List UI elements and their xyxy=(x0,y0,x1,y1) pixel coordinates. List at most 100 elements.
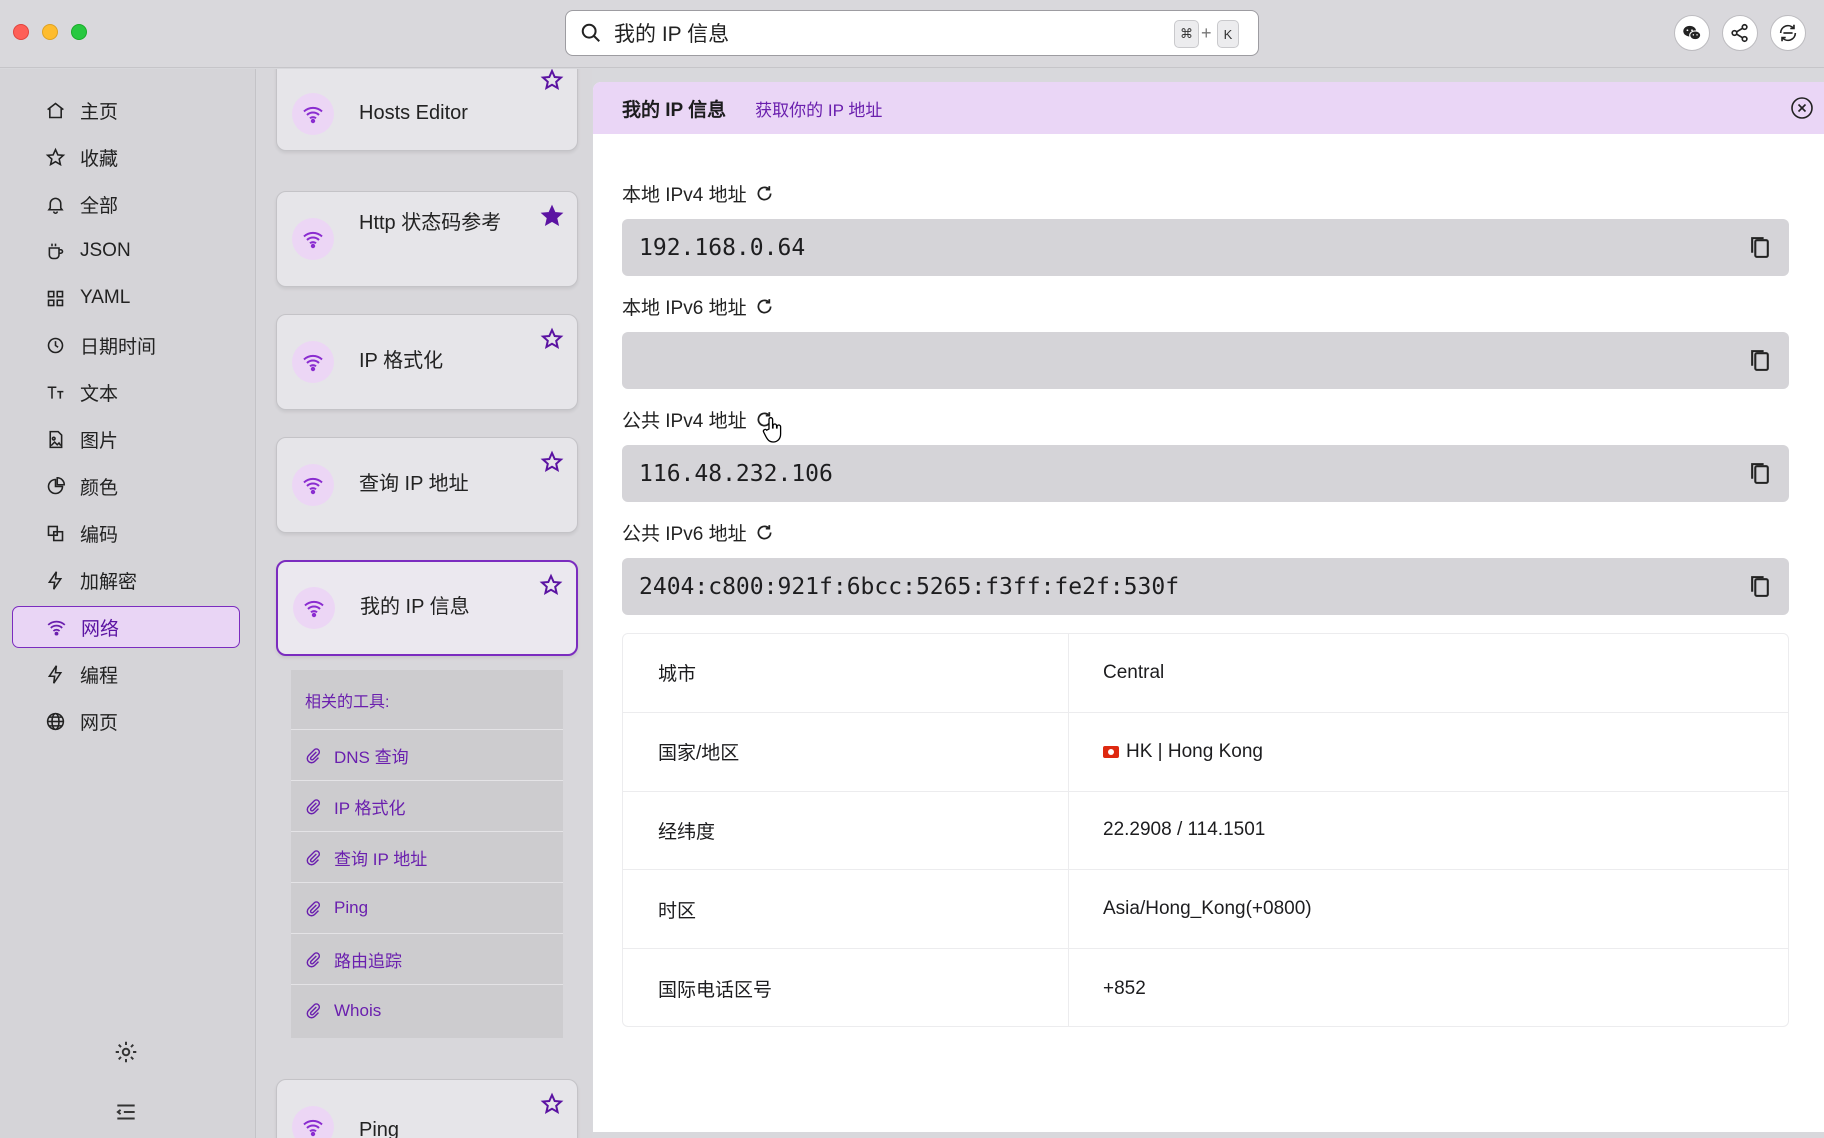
related-tool-label: Whois xyxy=(334,1000,382,1020)
page-subtitle: 获取你的 IP 地址 xyxy=(755,100,883,120)
sidebar-item-label: 编码 xyxy=(80,524,119,546)
share-icon xyxy=(1731,23,1748,43)
field-label-text: 公共 IPv6 地址 xyxy=(622,524,747,545)
related-tool-link[interactable]: 路由追踪 xyxy=(291,934,563,985)
refresh-icon[interactable] xyxy=(754,522,775,543)
search-icon xyxy=(581,23,600,42)
sidebar-item-datetime[interactable]: 日期时间 xyxy=(12,324,240,366)
sidebar-item-programming[interactable]: 编程 xyxy=(12,653,240,695)
star-outline-icon[interactable] xyxy=(540,327,564,351)
sidebar-item-color[interactable]: 颜色 xyxy=(12,465,240,507)
tool-badge xyxy=(292,1106,334,1138)
encode-icon xyxy=(47,525,64,541)
zoom-window-button[interactable] xyxy=(71,24,87,40)
field-label-text: 本地 IPv4 地址 xyxy=(622,185,747,206)
text-icon xyxy=(47,385,64,399)
tool-badge xyxy=(292,464,334,506)
related-tool-link[interactable]: IP 格式化 xyxy=(291,781,563,832)
sidebar-item-text[interactable]: 文本 xyxy=(12,371,240,413)
wechat-button[interactable] xyxy=(1674,15,1710,51)
sidebar: 主页 收藏 全部 JSON YAML 日期时间 文本 图片 颜色 编码 加解密 xyxy=(0,69,256,1138)
copy-icon[interactable] xyxy=(1748,461,1773,486)
tool-card-title: Http 状态码参考 xyxy=(359,212,502,234)
sync-icon xyxy=(1779,24,1797,42)
tool-card-title: 我的 IP 信息 xyxy=(360,596,470,618)
local-ipv4-label: 本地 IPv4 地址 xyxy=(622,180,775,207)
image-file-icon xyxy=(49,430,63,448)
sidebar-item-json[interactable]: JSON xyxy=(12,230,240,272)
tool-card-ip-format[interactable]: IP 格式化 xyxy=(276,314,578,410)
public-ipv6-field[interactable]: 2404:c800:921f:6bcc:5265:f3ff:fe2f:530f xyxy=(622,558,1789,615)
sidebar-item-crypto[interactable]: 加解密 xyxy=(12,559,240,601)
share-button[interactable] xyxy=(1722,15,1758,51)
tool-card-my-ip[interactable]: 我的 IP 信息 xyxy=(276,560,578,656)
tool-card-hosts-editor[interactable]: Hosts Editor xyxy=(276,69,578,151)
sync-button[interactable] xyxy=(1770,15,1806,51)
sidebar-item-label: 全部 xyxy=(80,195,119,217)
local-ipv4-field[interactable]: 192.168.0.64 xyxy=(622,219,1789,276)
paperclip-icon xyxy=(306,900,321,916)
wifi-icon xyxy=(303,354,323,372)
sidebar-item-network[interactable]: 网络 xyxy=(12,606,240,648)
close-tool-icon[interactable] xyxy=(1790,96,1814,120)
sidebar-item-favorites[interactable]: 收藏 xyxy=(12,136,240,178)
star-filled-icon[interactable] xyxy=(540,204,564,228)
sidebar-item-image[interactable]: 图片 xyxy=(12,418,240,460)
star-outline-icon[interactable] xyxy=(540,450,564,474)
home-icon xyxy=(47,102,64,118)
related-tool-label: Ping xyxy=(334,898,369,917)
search-input[interactable]: 我的 IP 信息 ⌘ + K xyxy=(565,10,1259,56)
copy-icon[interactable] xyxy=(1748,235,1773,260)
pie-icon xyxy=(47,476,66,494)
sidebar-item-web[interactable]: 网页 xyxy=(12,700,240,742)
star-outline-icon[interactable] xyxy=(539,573,563,597)
info-value: HK | Hong Kong xyxy=(1126,740,1263,762)
settings-icon[interactable] xyxy=(113,1039,139,1065)
sidebar-item-label: 网络 xyxy=(81,618,120,640)
tool-badge xyxy=(292,341,334,383)
shortcut-plus: + xyxy=(1201,23,1212,43)
related-tool-link[interactable]: Ping xyxy=(291,883,563,934)
related-tool-link[interactable]: DNS 查询 xyxy=(291,730,563,781)
tool-list: Hosts Editor Http 状态码参考 IP 格式化 查询 IP 地址 … xyxy=(257,69,592,1138)
sidebar-item-encode[interactable]: 编码 xyxy=(12,512,240,554)
copy-icon[interactable] xyxy=(1748,574,1773,599)
table-row: 城市 Central xyxy=(623,634,1788,713)
related-tool-label: IP 格式化 xyxy=(334,798,406,818)
hand-cursor-icon xyxy=(762,417,782,443)
local-ipv6-field[interactable] xyxy=(622,332,1789,389)
tool-card-ip-lookup[interactable]: 查询 IP 地址 xyxy=(276,437,578,533)
collapse-sidebar-icon[interactable] xyxy=(113,1099,139,1125)
tool-card-http-status[interactable]: Http 状态码参考 xyxy=(276,191,578,287)
sidebar-item-yaml[interactable]: YAML xyxy=(12,277,240,319)
tool-badge xyxy=(293,587,335,629)
refresh-icon[interactable] xyxy=(754,183,775,204)
star-outline-icon[interactable] xyxy=(540,69,564,92)
related-tools-heading: 相关的工具: xyxy=(291,670,563,730)
close-window-button[interactable] xyxy=(13,24,29,40)
main-panel: 我的 IP 信息 获取你的 IP 地址 本地 IPv4 地址 192.168.0… xyxy=(593,82,1824,1132)
paperclip-icon xyxy=(306,849,321,865)
table-row: 国际电话区号 +852 xyxy=(623,949,1788,1026)
table-row: 经纬度 22.2908 / 114.1501 xyxy=(623,791,1788,871)
info-key: 时区 xyxy=(623,870,1069,949)
refresh-icon[interactable] xyxy=(754,296,775,317)
ip-info-table: 城市 Central 国家/地区 HK | Hong Kong 经纬度 22.2… xyxy=(622,633,1789,1027)
sidebar-item-all[interactable]: 全部 xyxy=(12,183,240,225)
minimize-window-button[interactable] xyxy=(42,24,58,40)
tool-card-title: Hosts Editor xyxy=(359,102,468,124)
info-value: +852 xyxy=(1103,977,1146,999)
star-outline-icon[interactable] xyxy=(540,1092,564,1116)
tool-card-ping[interactable]: Ping xyxy=(276,1079,578,1138)
search-query: 我的 IP 信息 xyxy=(614,23,730,46)
related-tool-link[interactable]: 查询 IP 地址 xyxy=(291,832,563,883)
info-value-cell: HK | Hong Kong xyxy=(1069,713,1788,791)
copy-icon[interactable] xyxy=(1748,348,1773,373)
tool-badge xyxy=(292,93,334,135)
sidebar-item-label: 主页 xyxy=(80,101,119,123)
sidebar-item-home[interactable]: 主页 xyxy=(12,89,240,131)
related-tool-label: 路由追踪 xyxy=(334,951,402,971)
paperclip-icon xyxy=(306,747,321,763)
public-ipv4-field[interactable]: 116.48.232.106 xyxy=(622,445,1789,502)
related-tool-link[interactable]: Whois xyxy=(291,985,563,1036)
